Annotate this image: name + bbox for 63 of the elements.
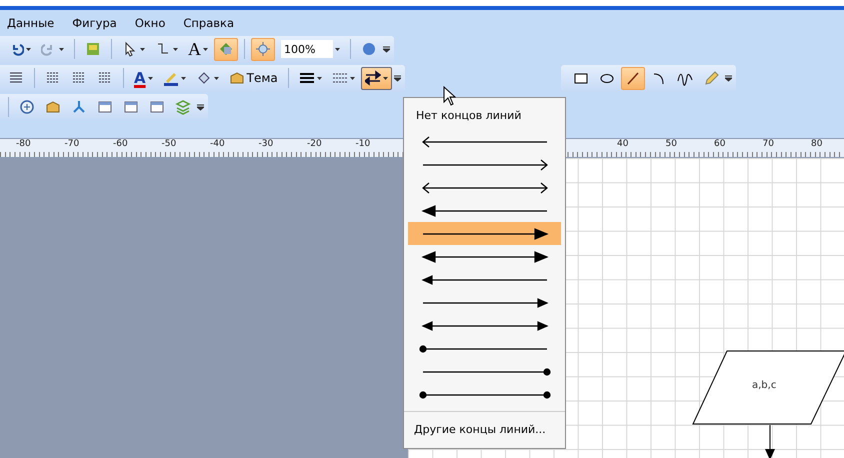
- picture-icon: [85, 41, 101, 57]
- menu-item[interactable]: Фигура: [65, 14, 124, 32]
- font-color-button[interactable]: A: [130, 66, 157, 90]
- caret-icon: [148, 76, 153, 80]
- line-tool-button[interactable]: [621, 66, 645, 90]
- ruler-label: -30: [258, 139, 274, 149]
- menu-item[interactable]: Нет концов линий: [404, 100, 565, 130]
- pan-button[interactable]: [251, 38, 275, 60]
- ruler-label: 60: [714, 139, 726, 149]
- help-icon: [361, 41, 377, 57]
- caret-icon: [316, 76, 322, 80]
- caret-icon: [214, 76, 219, 80]
- caret-icon: [140, 48, 145, 50]
- overflow-icon[interactable]: [394, 74, 401, 82]
- ruler-label: -50: [162, 139, 178, 149]
- ruler-label: 50: [666, 139, 678, 149]
- caret-icon: [203, 48, 208, 50]
- overflow-icon[interactable]: [383, 45, 390, 53]
- ruler-label: -80: [16, 139, 32, 149]
- arrow: [765, 425, 775, 458]
- pan-icon: [255, 41, 271, 57]
- folder-icon: [228, 70, 245, 86]
- shape-label: a,b,c: [752, 380, 776, 391]
- pen-icon: [162, 70, 179, 86]
- menu-item[interactable]: Другие концы линий...: [404, 411, 565, 446]
- pencil-icon: [703, 70, 719, 86]
- arrows-icon: [364, 70, 381, 86]
- window-icon: [149, 99, 165, 115]
- menu-item[interactable]: Справка: [176, 14, 242, 32]
- text-button[interactable]: A: [184, 38, 212, 60]
- ruler-label: -60: [113, 139, 129, 149]
- ruler-label: -40: [210, 139, 226, 149]
- window-icon: [97, 99, 113, 115]
- line-weight-icon: [298, 70, 315, 86]
- shapes-button[interactable]: [214, 38, 238, 60]
- branch-icon: [71, 99, 87, 115]
- menu-item[interactable]: Данные: [0, 14, 62, 32]
- caret-icon: [382, 76, 388, 80]
- menu-item[interactable]: Окно: [128, 14, 172, 32]
- ruler-label: 70: [762, 139, 775, 149]
- overflow-icon[interactable]: [197, 103, 204, 111]
- shapes-icon: [218, 41, 234, 57]
- line-icon: [625, 70, 641, 86]
- theme-button[interactable]: Тема: [224, 66, 282, 90]
- ruler-label: 80: [811, 139, 824, 149]
- line-end-option[interactable]: [408, 222, 561, 245]
- ruler-label: -20: [307, 139, 323, 149]
- caret-icon: [350, 76, 355, 80]
- caret-icon: [26, 48, 31, 50]
- ruler-label: -10: [356, 139, 372, 149]
- folder-icon: [45, 99, 61, 115]
- paint-bucket-icon: [196, 70, 212, 86]
- caret-icon: [173, 48, 178, 50]
- ruler-label: -70: [64, 139, 80, 149]
- window-icon: [123, 99, 139, 115]
- overflow-icon[interactable]: [725, 74, 732, 82]
- ruler-label: 40: [617, 139, 630, 149]
- caret-icon: [59, 48, 64, 50]
- layers-icon: [175, 99, 191, 115]
- caret-icon: [180, 76, 186, 80]
- magnifier-icon: [19, 99, 35, 115]
- caret-icon: [335, 48, 340, 50]
- line-ends-button[interactable]: [360, 66, 392, 90]
